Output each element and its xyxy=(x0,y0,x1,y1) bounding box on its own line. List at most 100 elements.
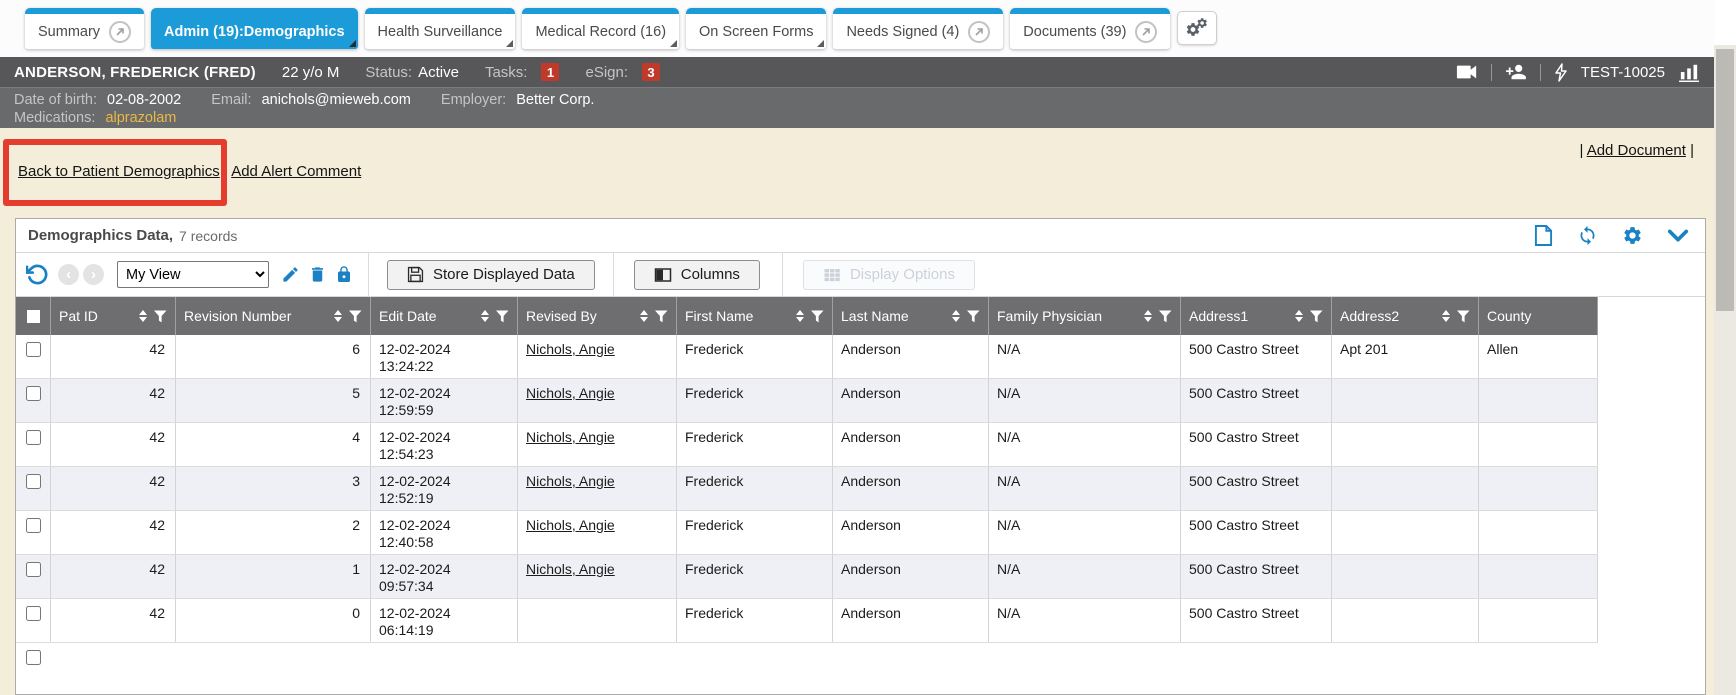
sort-icon[interactable] xyxy=(139,310,147,322)
row-checkbox[interactable] xyxy=(26,650,41,665)
popout-icon[interactable] xyxy=(968,21,990,43)
revised-by-link[interactable]: Nichols, Angie xyxy=(526,473,615,489)
revised-by-link[interactable]: Nichols, Angie xyxy=(526,341,615,357)
prev-arrow-icon[interactable]: ‹ xyxy=(58,264,79,285)
button-label: Store Displayed Data xyxy=(433,266,575,283)
popout-icon[interactable] xyxy=(109,21,131,43)
cell-family-physician: N/A xyxy=(989,379,1181,422)
row-checkbox[interactable] xyxy=(26,342,41,357)
add-alert-comment-link[interactable]: Add Alert Comment xyxy=(231,163,361,180)
patient-name: ANDERSON, FREDERICK (FRED) xyxy=(14,64,256,81)
medications-value[interactable]: alprazolam xyxy=(105,110,176,126)
row-checkbox[interactable] xyxy=(26,430,41,445)
view-select[interactable]: My View xyxy=(117,261,269,288)
edit-pencil-icon[interactable] xyxy=(281,265,300,284)
flowsheet-chart-icon[interactable] xyxy=(1678,63,1700,82)
refresh-icon[interactable] xyxy=(1577,225,1598,246)
sort-icon[interactable] xyxy=(1442,310,1450,322)
sort-icon[interactable] xyxy=(640,310,648,322)
new-document-icon[interactable] xyxy=(1534,225,1553,246)
edit-date: 12-02-2024 xyxy=(379,605,509,622)
cell-county xyxy=(1479,467,1598,510)
filter-icon[interactable] xyxy=(811,310,824,323)
cell-revised-by: Nichols, Angie xyxy=(518,379,677,422)
column-label: First Name xyxy=(685,308,796,324)
cell-edit-date: 12-02-2024 12:59:59 xyxy=(371,379,518,422)
store-displayed-data-button[interactable]: Store Displayed Data xyxy=(387,260,595,290)
filter-icon[interactable] xyxy=(1159,310,1172,323)
scrollbar-thumb[interactable] xyxy=(1716,49,1734,311)
filter-icon[interactable] xyxy=(154,310,167,323)
select-all-checkbox[interactable] xyxy=(27,310,40,323)
gear-icon[interactable] xyxy=(1622,225,1643,246)
delete-trash-icon[interactable] xyxy=(308,265,327,284)
col-pat-id: Pat ID xyxy=(51,297,176,335)
tab-summary[interactable]: Summary xyxy=(25,8,144,49)
row-checkbox-cell xyxy=(16,379,51,422)
esign-badge[interactable]: 3 xyxy=(642,63,660,81)
chevron-down-icon[interactable] xyxy=(1667,228,1689,244)
cell-last-name: Anderson xyxy=(833,511,989,554)
revised-by-link[interactable]: Nichols, Angie xyxy=(526,385,615,401)
cell-address2 xyxy=(1332,379,1479,422)
sort-icon[interactable] xyxy=(796,310,804,322)
sort-icon[interactable] xyxy=(334,310,342,322)
undo-icon[interactable] xyxy=(26,263,49,286)
next-arrow-icon[interactable]: › xyxy=(83,264,104,285)
tab-label: Health Surveillance xyxy=(378,24,503,40)
tab-health-surveillance[interactable]: Health Surveillance xyxy=(365,8,516,49)
vertical-scrollbar[interactable] xyxy=(1714,45,1736,695)
tab-label: Needs Signed (4) xyxy=(846,24,959,40)
tab-documents[interactable]: Documents (39) xyxy=(1010,8,1170,49)
columns-button[interactable]: Columns xyxy=(634,260,760,290)
sort-icon[interactable] xyxy=(1144,310,1152,322)
filter-icon[interactable] xyxy=(1310,310,1323,323)
tab-settings-button[interactable] xyxy=(1177,11,1217,45)
sort-icon[interactable] xyxy=(952,310,960,322)
column-label: Address2 xyxy=(1340,308,1442,324)
cell-revised-by: Nichols, Angie xyxy=(518,511,677,554)
filter-icon[interactable] xyxy=(655,310,668,323)
lock-icon[interactable] xyxy=(335,265,353,284)
tasks-badge[interactable]: 1 xyxy=(541,63,559,81)
cell-pat-id: 42 xyxy=(51,423,176,466)
revised-by-link[interactable]: Nichols, Angie xyxy=(526,517,615,533)
row-checkbox[interactable] xyxy=(26,386,41,401)
column-label: Edit Date xyxy=(379,308,481,324)
popout-icon[interactable] xyxy=(1135,21,1157,43)
tab-menu-indicator xyxy=(670,40,677,47)
lightning-icon[interactable] xyxy=(1554,63,1568,82)
row-checkbox[interactable] xyxy=(26,518,41,533)
video-camera-icon[interactable] xyxy=(1456,64,1478,80)
edit-date: 12-02-2024 xyxy=(379,385,509,402)
cell-revision-number: 6 xyxy=(176,335,371,378)
row-checkbox[interactable] xyxy=(26,562,41,577)
edit-time: 12:54:23 xyxy=(379,446,509,463)
tab-on-screen-forms[interactable]: On Screen Forms xyxy=(686,8,826,49)
revised-by-link[interactable]: Nichols, Angie xyxy=(526,429,615,445)
row-checkbox[interactable] xyxy=(26,606,41,621)
filter-icon[interactable] xyxy=(496,310,509,323)
cell-edit-date: 12-02-2024 13:24:22 xyxy=(371,335,518,378)
tab-medical-record[interactable]: Medical Record (16) xyxy=(522,8,679,49)
filter-icon[interactable] xyxy=(349,310,362,323)
table-row: 42 0 12-02-2024 06:14:19 Frederick Ander… xyxy=(16,599,1598,643)
back-to-demographics-link[interactable]: Back to Patient Demographics xyxy=(18,163,220,180)
column-label: Revision Number xyxy=(184,308,334,324)
patient-age-sex: 22 y/o M xyxy=(282,64,340,81)
tab-admin-demographics[interactable]: Admin (19):Demographics xyxy=(151,8,357,49)
add-person-icon[interactable] xyxy=(1505,63,1527,81)
filter-icon[interactable] xyxy=(1457,310,1470,323)
tab-needs-signed[interactable]: Needs Signed (4) xyxy=(833,8,1003,49)
row-checkbox-cell xyxy=(16,599,51,642)
revised-by-link[interactable]: Nichols, Angie xyxy=(526,561,615,577)
cell-first-name: Frederick xyxy=(677,423,833,466)
add-document-link[interactable]: Add Document xyxy=(1587,142,1686,159)
filter-icon[interactable] xyxy=(967,310,980,323)
col-last-name: Last Name xyxy=(833,297,989,335)
sort-icon[interactable] xyxy=(1295,310,1303,322)
edit-time: 12:52:19 xyxy=(379,490,509,507)
sort-icon[interactable] xyxy=(481,310,489,322)
row-checkbox[interactable] xyxy=(26,474,41,489)
select-all-header[interactable] xyxy=(16,297,51,335)
